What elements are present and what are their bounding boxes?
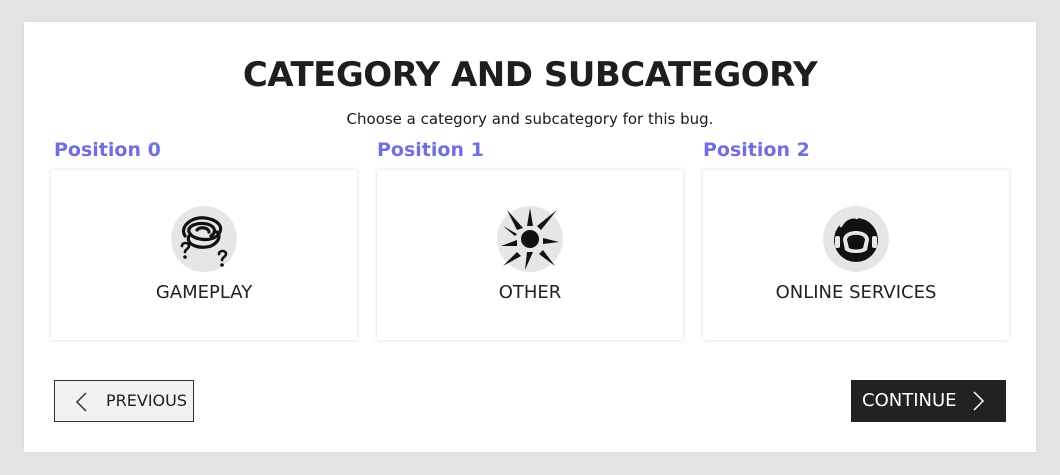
headset-icon <box>823 206 889 272</box>
category-label-online-services: ONLINE SERVICES <box>775 282 937 303</box>
chevron-left-icon <box>75 392 87 412</box>
page-subtitle: Choose a category and subcategory for th… <box>346 110 714 128</box>
category-card-gameplay[interactable]: GAMEPLAY <box>51 170 357 340</box>
confused-question-icon <box>171 206 237 272</box>
category-card-other[interactable]: OTHER <box>377 170 683 340</box>
category-label-gameplay: GAMEPLAY <box>155 282 253 303</box>
continue-button[interactable]: CONTINUE <box>851 380 1006 422</box>
category-card-online-services[interactable]: ONLINE SERVICES <box>703 170 1009 340</box>
burst-icon <box>497 206 563 272</box>
previous-button[interactable]: PREVIOUS <box>54 380 194 422</box>
chevron-right-icon <box>973 391 985 411</box>
page-title: CATEGORY AND SUBCATEGORY <box>242 55 818 95</box>
position-label-1: Position 1 <box>377 139 484 161</box>
previous-button-label: PREVIOUS <box>106 391 187 410</box>
position-label-0: Position 0 <box>54 139 161 161</box>
continue-button-label: CONTINUE <box>862 390 957 411</box>
position-label-2: Position 2 <box>703 139 810 161</box>
category-label-other: OTHER <box>498 282 562 303</box>
